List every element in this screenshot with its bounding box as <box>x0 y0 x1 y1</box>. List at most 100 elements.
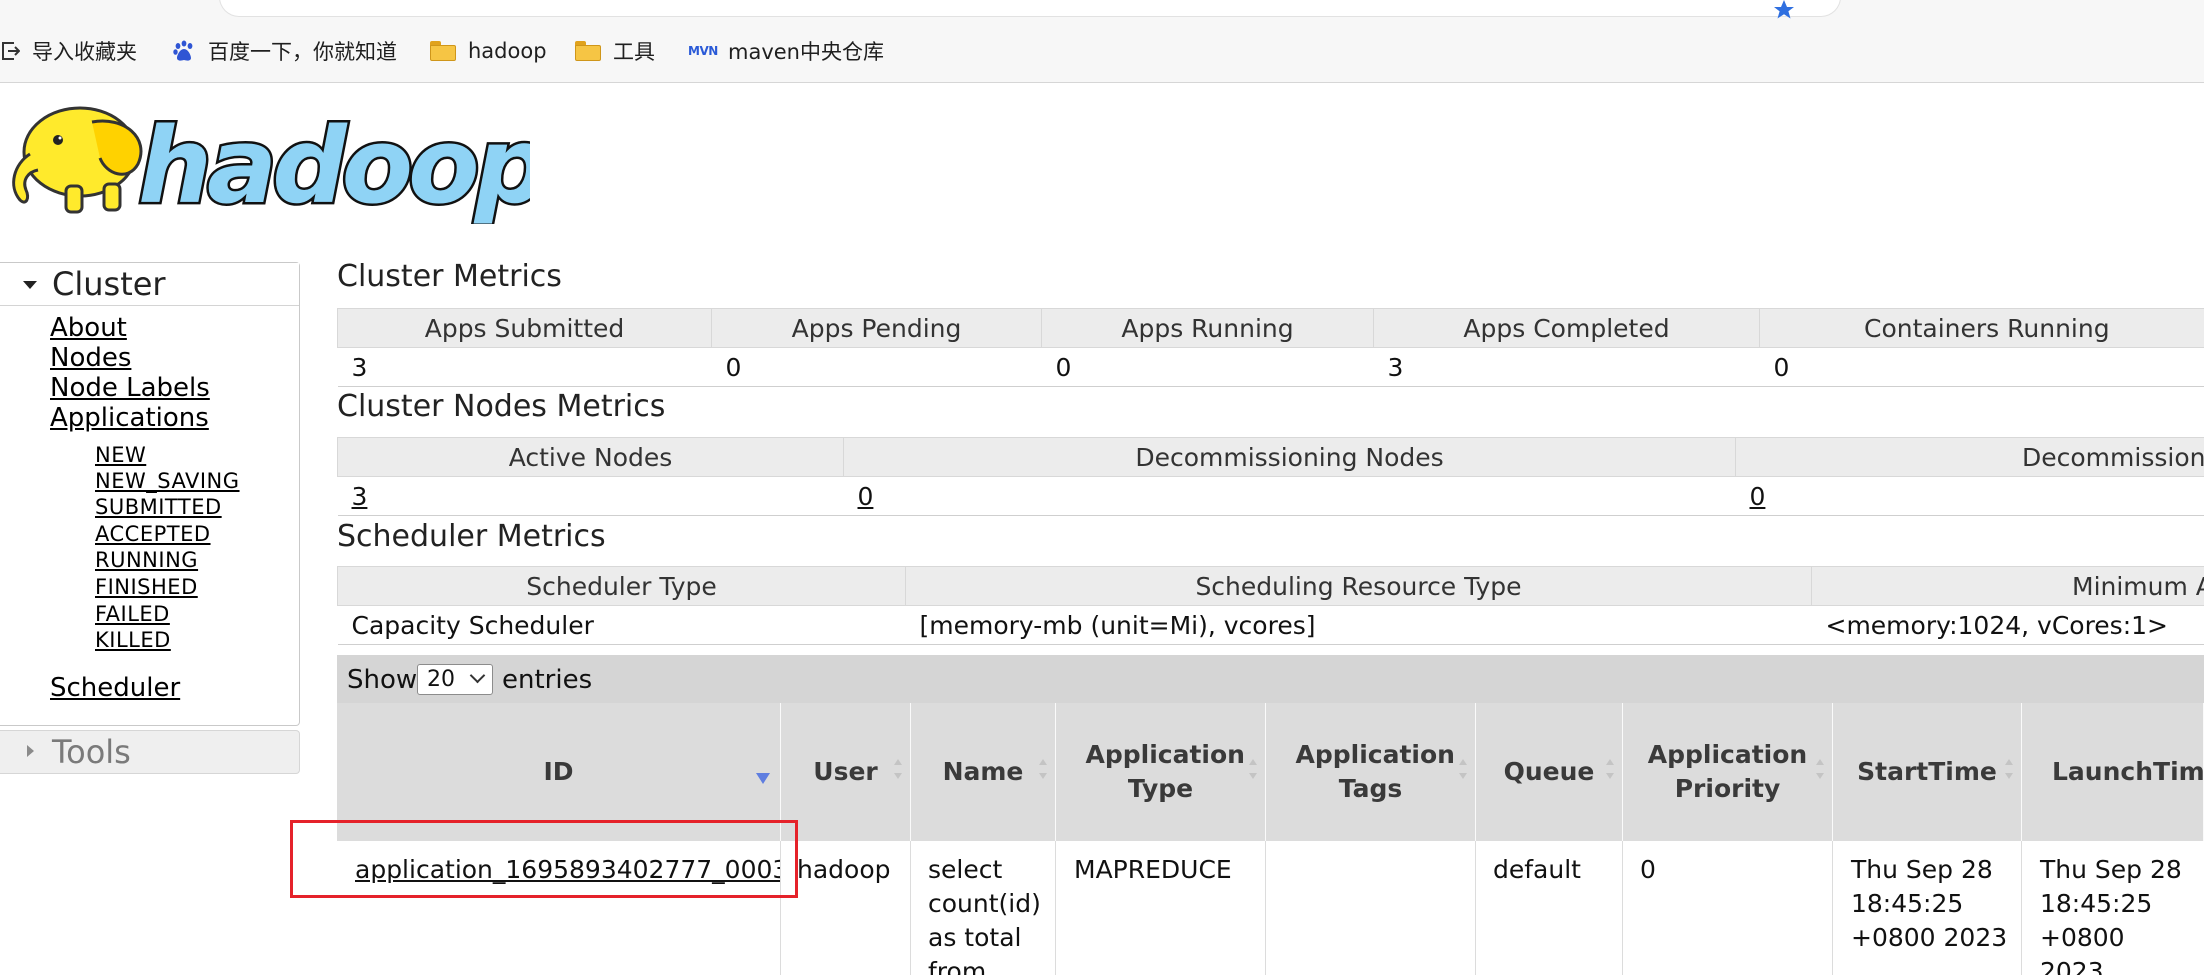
nav-app-state-accepted[interactable]: ACCEPTED <box>95 522 211 546</box>
metric-header: Containers Running <box>1759 308 2204 348</box>
bookmark-label: 百度一下，你就知道 <box>208 40 397 64</box>
col-header-label: Name <box>942 757 1024 786</box>
highlight-box <box>290 820 798 898</box>
hadoop-logo[interactable]: hadoop <box>0 94 530 224</box>
col-header-label: Application Priority <box>1647 740 1808 803</box>
baidu-paw-icon <box>173 40 193 61</box>
svg-text:hadoop: hadoop <box>138 105 530 224</box>
cluster-metrics-table: Apps Submitted Apps Pending Apps Running… <box>337 308 2204 387</box>
metric-value: Capacity Scheduler <box>337 605 906 645</box>
metric-value: 0 <box>711 347 1042 387</box>
decommissioning-nodes-link[interactable]: 0 <box>843 476 1736 516</box>
table-cell-launch-time: Thu Sep 28 18:45:25 +0800 2023 <box>2022 841 2204 975</box>
nodes-metrics-table: Active Nodes Decommissioning Nodes Decom… <box>337 437 2204 516</box>
metric-header: Minimum A <box>1811 566 2204 606</box>
metric-value: 3 <box>1373 347 1760 387</box>
sort-icon <box>894 759 902 781</box>
nav-about[interactable]: About <box>50 313 127 343</box>
nav-node-labels[interactable]: Node Labels <box>50 373 210 403</box>
cluster-metrics-title: Cluster Metrics <box>337 259 562 294</box>
sort-icon <box>2005 759 2013 781</box>
bookmark-maven[interactable]: MVN maven中央仓库 <box>688 20 884 82</box>
bookmark-folder-tools[interactable]: 工具 <box>575 20 655 82</box>
nav-app-state-submitted[interactable]: SUBMITTED <box>95 495 222 519</box>
active-nodes-link[interactable]: 3 <box>337 476 844 516</box>
col-header-name[interactable]: Name <box>911 703 1056 841</box>
metric-value: <memory:1024, vCores:1> <box>1811 605 2204 645</box>
cluster-panel-header[interactable]: Cluster <box>0 263 299 306</box>
table-cell-application-priority: 0 <box>1623 841 1833 975</box>
bookmark-folder-hadoop[interactable]: hadoop <box>430 20 547 82</box>
cluster-panel-title: Cluster <box>52 265 166 303</box>
bookmark-label: maven中央仓库 <box>728 40 884 64</box>
metric-value: 0 <box>1041 347 1374 387</box>
cluster-panel: Cluster About Nodes Node Labels Applicat… <box>0 262 300 726</box>
col-header-application-priority[interactable]: Application Priority <box>1623 703 1833 841</box>
elephant-icon <box>12 106 143 214</box>
col-header-label: LaunchTime <box>2052 757 2204 786</box>
sort-icon <box>1459 759 1467 781</box>
table-length-bar: Show 20 entries <box>337 655 2204 703</box>
table-cell-user: hadoop <box>781 841 911 975</box>
address-bar[interactable] <box>220 0 1840 19</box>
nav-app-state-killed[interactable]: KILLED <box>95 628 171 652</box>
col-header-label: Application Tags <box>1295 740 1455 803</box>
col-header-label: StartTime <box>1857 757 1997 786</box>
bookmark-star-icon[interactable] <box>1772 0 1796 22</box>
show-label: Show <box>347 665 418 695</box>
sort-icon <box>1606 759 1614 781</box>
col-header-application-type[interactable]: Application Type <box>1056 703 1266 841</box>
nav-applications[interactable]: Applications <box>50 403 209 433</box>
metric-header: Scheduling Resource Type <box>905 566 1812 606</box>
metric-value: [memory-mb (unit=Mi), vcores] <box>905 605 1812 645</box>
scheduler-metrics-title: Scheduler Metrics <box>337 519 606 554</box>
decommissioned-nodes-link[interactable]: 0 <box>1735 476 2204 516</box>
nav-app-state-new-saving[interactable]: NEW_SAVING <box>95 469 240 493</box>
bookmarks-bar: 导入收藏夹 百度一下，你就知道 hadoop 工具 MVN maven中央仓库 <box>0 20 2204 83</box>
metric-header: Apps Submitted <box>337 308 712 348</box>
table-cell-start-time: Thu Sep 28 18:45:25 +0800 2023 <box>1833 841 2022 975</box>
col-header-launch-time[interactable]: LaunchTime <box>2022 703 2204 841</box>
tools-panel[interactable]: Tools <box>0 730 300 774</box>
col-header-application-tags[interactable]: Application Tags <box>1266 703 1476 841</box>
nav-nodes[interactable]: Nodes <box>50 343 131 373</box>
sort-desc-icon <box>756 773 770 784</box>
metric-header: Apps Pending <box>711 308 1042 348</box>
bookmark-import[interactable]: 导入收藏夹 <box>0 20 137 82</box>
bookmark-baidu[interactable]: 百度一下，你就知道 <box>172 20 397 82</box>
nav-app-state-failed[interactable]: FAILED <box>95 602 170 626</box>
metric-header: Apps Completed <box>1373 308 1760 348</box>
entries-per-page-select[interactable]: 20 <box>417 664 493 695</box>
sort-icon <box>1249 759 1257 781</box>
col-header-label: User <box>813 757 878 786</box>
col-header-label: ID <box>543 757 574 786</box>
entries-label: entries <box>502 665 593 695</box>
sort-icon <box>1816 759 1824 781</box>
bookmark-label: 导入收藏夹 <box>32 40 137 64</box>
table-cell-application-type: MAPREDUCE <box>1056 841 1266 975</box>
metric-value: 3 <box>337 347 712 387</box>
metric-header: Decommissione <box>1735 437 2204 477</box>
table-cell-name: select count(id) as total from <box>911 841 1056 975</box>
nav-scheduler[interactable]: Scheduler <box>50 673 180 703</box>
col-header-label: Queue <box>1503 757 1595 786</box>
sort-icon <box>1039 759 1047 781</box>
col-header-start-time[interactable]: StartTime <box>1833 703 2022 841</box>
nav-app-state-new[interactable]: NEW <box>95 443 146 467</box>
mvn-icon: MVN <box>688 44 718 58</box>
import-icon <box>2 42 20 60</box>
collapse-arrow-icon <box>23 281 37 289</box>
nav-app-state-running[interactable]: RUNNING <box>95 548 198 572</box>
metric-header: Decommissioning Nodes <box>843 437 1736 477</box>
bookmark-label: hadoop <box>468 39 547 63</box>
col-header-user[interactable]: User <box>781 703 911 841</box>
folder-icon <box>575 41 601 61</box>
nav-app-state-finished[interactable]: FINISHED <box>95 575 198 599</box>
metric-header: Scheduler Type <box>337 566 906 606</box>
entries-per-page-value: 20 <box>427 667 455 692</box>
col-header-queue[interactable]: Queue <box>1476 703 1623 841</box>
metric-value: 0 <box>1759 347 2204 387</box>
folder-icon <box>430 41 456 61</box>
metric-header: Apps Running <box>1041 308 1374 348</box>
expand-arrow-icon <box>27 745 34 757</box>
